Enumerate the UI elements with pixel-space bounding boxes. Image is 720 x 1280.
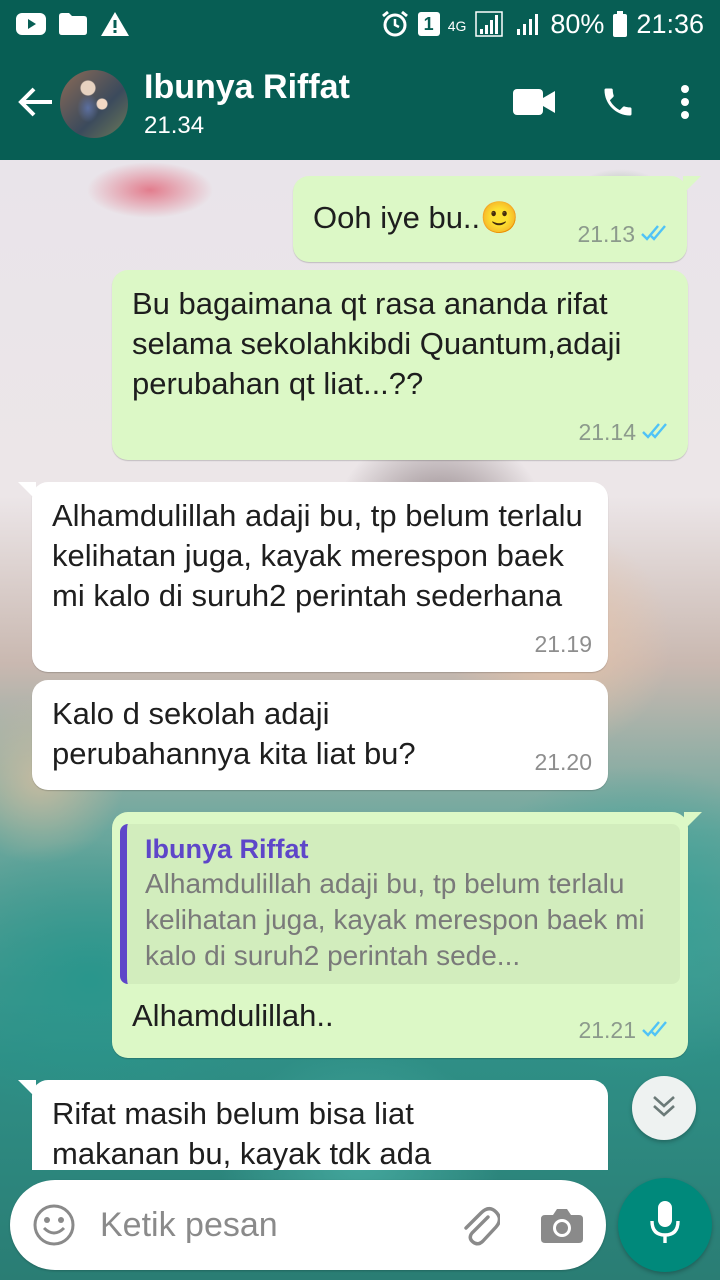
read-ticks-icon [642, 1010, 672, 1050]
message-input[interactable] [100, 1205, 430, 1245]
emoji-button[interactable] [30, 1201, 78, 1249]
voice-call-button[interactable] [586, 72, 650, 136]
alarm-icon [380, 10, 410, 37]
youtube-notification-icon [16, 11, 46, 37]
overflow-menu-button[interactable] [670, 72, 700, 136]
avatar[interactable] [60, 70, 128, 138]
phone-icon [600, 84, 636, 125]
battery-icon [612, 11, 628, 37]
message-outgoing-reply[interactable]: Ibunya Riffat Alhamdulillah adaji bu, tp… [112, 812, 702, 1058]
message-time: 21.14 [578, 419, 636, 445]
contact-name: Ibunya Riffat [144, 68, 350, 106]
message-incoming[interactable]: Alhamdulillah adaji bu, tp belum terlalu… [18, 482, 608, 672]
folder-notification-icon [58, 11, 88, 37]
back-button[interactable] [4, 72, 68, 136]
signal-icon [474, 11, 504, 37]
message-text: Bu bagaimana qt rasa ananda rifat selama… [132, 286, 622, 401]
quoted-sender: Ibunya Riffat [145, 834, 309, 864]
paperclip-icon [464, 1207, 500, 1246]
contact-info[interactable]: Ibunya Riffat 21.34 [144, 67, 350, 141]
double-chevron-down-icon [651, 1094, 677, 1123]
scroll-to-bottom-button[interactable] [632, 1076, 696, 1140]
attach-button[interactable] [456, 1201, 504, 1249]
clock: 21:36 [636, 8, 704, 39]
battery-percent: 80% [550, 8, 605, 39]
message-list[interactable]: Ooh iye bu..🙂 21.13 Bu bagaimana qt rasa… [0, 160, 720, 1170]
message-time: 21.13 [577, 221, 635, 247]
signal-icon-sim2 [512, 11, 542, 37]
message-text: Alhamdulillah adaji bu, tp belum terlalu… [52, 498, 583, 613]
chat-header: Ibunya Riffat 21.34 [0, 48, 720, 160]
video-call-button[interactable] [502, 72, 566, 136]
last-seen: 21.34 [144, 112, 205, 139]
more-vertical-icon [681, 84, 689, 124]
sim-badge: 1 [417, 12, 440, 36]
message-incoming[interactable]: Rifat masih belum bisa liat makanan bu, … [18, 1080, 608, 1170]
message-time: 21.19 [534, 631, 592, 657]
network-type: 4G [447, 17, 467, 34]
message-text: Kalo d sekolah adaji perubahannya kita l… [52, 696, 416, 771]
read-ticks-icon [641, 214, 671, 254]
message-time: 21.20 [534, 749, 592, 775]
message-time: 21.21 [578, 1017, 636, 1043]
camera-button[interactable] [538, 1201, 586, 1249]
camera-icon [541, 1209, 583, 1243]
message-text: Rifat masih belum bisa liat makanan bu, … [52, 1096, 432, 1170]
message-text: Ooh iye bu..🙂 [313, 200, 519, 235]
microphone-icon [650, 1200, 680, 1250]
status-bar: 1 4G 80% 21:36 [0, 0, 720, 48]
warning-notification-icon [100, 11, 130, 37]
read-ticks-icon [642, 412, 672, 452]
quoted-text: Alhamdulillah adaji bu, tp belum terlalu… [145, 868, 645, 971]
voice-record-button[interactable] [618, 1178, 712, 1272]
message-incoming[interactable]: Kalo d sekolah adaji perubahannya kita l… [32, 680, 608, 790]
emoji-icon [33, 1204, 75, 1246]
quoted-message[interactable]: Ibunya Riffat Alhamdulillah adaji bu, tp… [120, 824, 680, 984]
message-outgoing[interactable]: Bu bagaimana qt rasa ananda rifat selama… [112, 270, 688, 460]
arrow-left-icon [18, 86, 54, 123]
message-composer [10, 1180, 606, 1270]
video-camera-icon [513, 88, 555, 120]
message-outgoing[interactable]: Ooh iye bu..🙂 21.13 [293, 176, 701, 262]
